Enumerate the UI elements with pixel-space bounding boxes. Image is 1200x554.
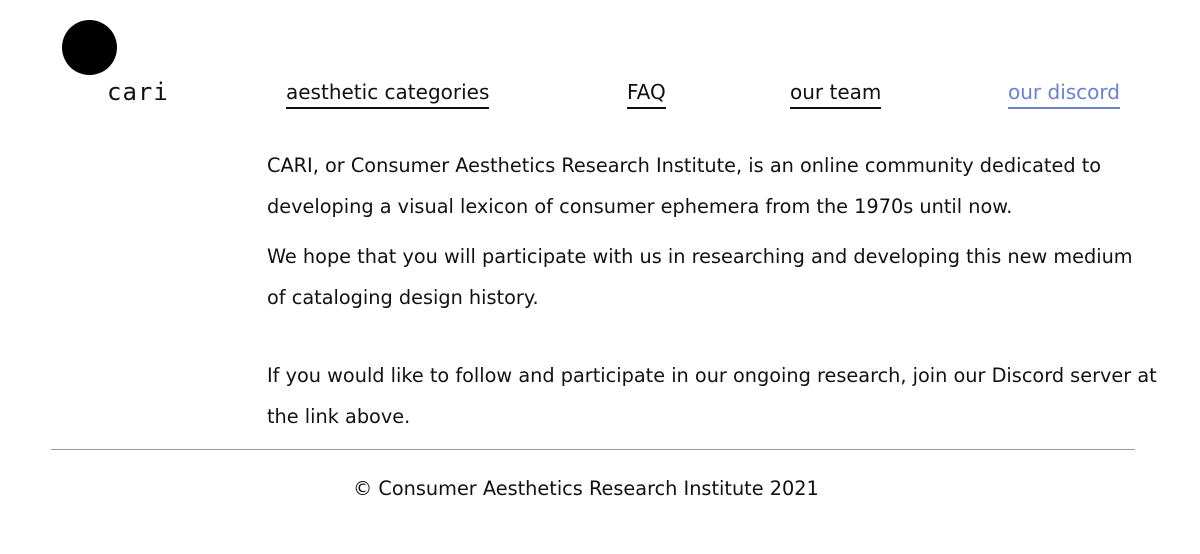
logo-circle-icon xyxy=(62,20,117,75)
nav-link-aesthetic-categories[interactable]: aesthetic categories xyxy=(286,78,490,109)
nav-link-our-discord[interactable]: our discord xyxy=(1008,78,1120,109)
nav-link-our-team[interactable]: our team xyxy=(790,78,882,109)
footer-divider xyxy=(51,449,1135,450)
intro-content: CARI, or Consumer Aesthetics Research In… xyxy=(267,146,1157,437)
logo-text: cari xyxy=(107,78,169,106)
intro-paragraph: CARI, or Consumer Aesthetics Research In… xyxy=(267,154,1102,218)
participation-paragraph: We hope that you will participate with u… xyxy=(267,245,1133,309)
discord-invite-paragraph: If you would like to follow and particip… xyxy=(267,364,1157,428)
home-logo-link[interactable]: cari xyxy=(62,20,172,110)
nav-link-faq[interactable]: FAQ xyxy=(627,78,666,109)
footer-copyright: © Consumer Aesthetics Research Institute… xyxy=(353,477,819,500)
